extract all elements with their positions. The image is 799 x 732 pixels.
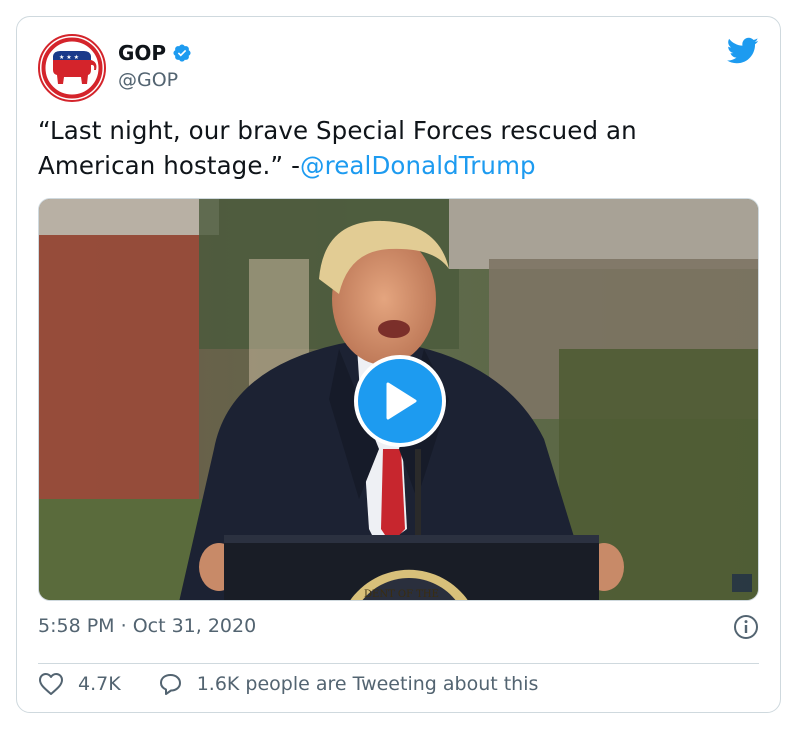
conversation-link[interactable]: 1.6K people are Tweeting about this <box>157 672 539 696</box>
twitter-logo-icon[interactable] <box>727 37 759 65</box>
tweet-date[interactable]: Oct 31, 2020 <box>133 615 257 637</box>
play-button[interactable] <box>354 355 446 447</box>
conversation-text: 1.6K people are Tweeting about this <box>196 673 539 695</box>
svg-text:★ ★ ★: ★ ★ ★ <box>59 54 79 61</box>
chat-bubble-icon <box>159 674 181 695</box>
video-player[interactable]: DENT OF THE <box>38 198 759 601</box>
avatar[interactable]: ★ ★ ★ <box>38 34 106 102</box>
svg-text:DENT OF THE: DENT OF THE <box>364 589 439 600</box>
divider <box>38 663 759 664</box>
mention-link[interactable]: @realDonaldTrump <box>300 151 536 180</box>
handle[interactable]: @GOP <box>118 69 178 91</box>
verified-badge-icon <box>173 44 191 62</box>
heart-icon <box>39 673 63 695</box>
tweet-timestamp[interactable]: 5:58 PM · Oct 31, 2020 <box>38 615 256 637</box>
tweet-card[interactable]: ★ ★ ★ GOP @GOP “Last night, our brave Sp… <box>16 16 781 713</box>
tweet-text: “Last night, our brave Special Forces re… <box>38 113 758 183</box>
like-count: 4.7K <box>78 673 121 695</box>
display-name[interactable]: GOP <box>118 41 166 65</box>
action-bar: 4.7K 1.6K people are Tweeting about this <box>38 672 538 696</box>
timestamp-separator: · <box>114 615 133 637</box>
like-button[interactable]: 4.7K <box>38 672 121 696</box>
info-icon[interactable] <box>733 614 759 640</box>
play-icon <box>386 382 417 420</box>
tweet-time[interactable]: 5:58 PM <box>38 615 115 637</box>
